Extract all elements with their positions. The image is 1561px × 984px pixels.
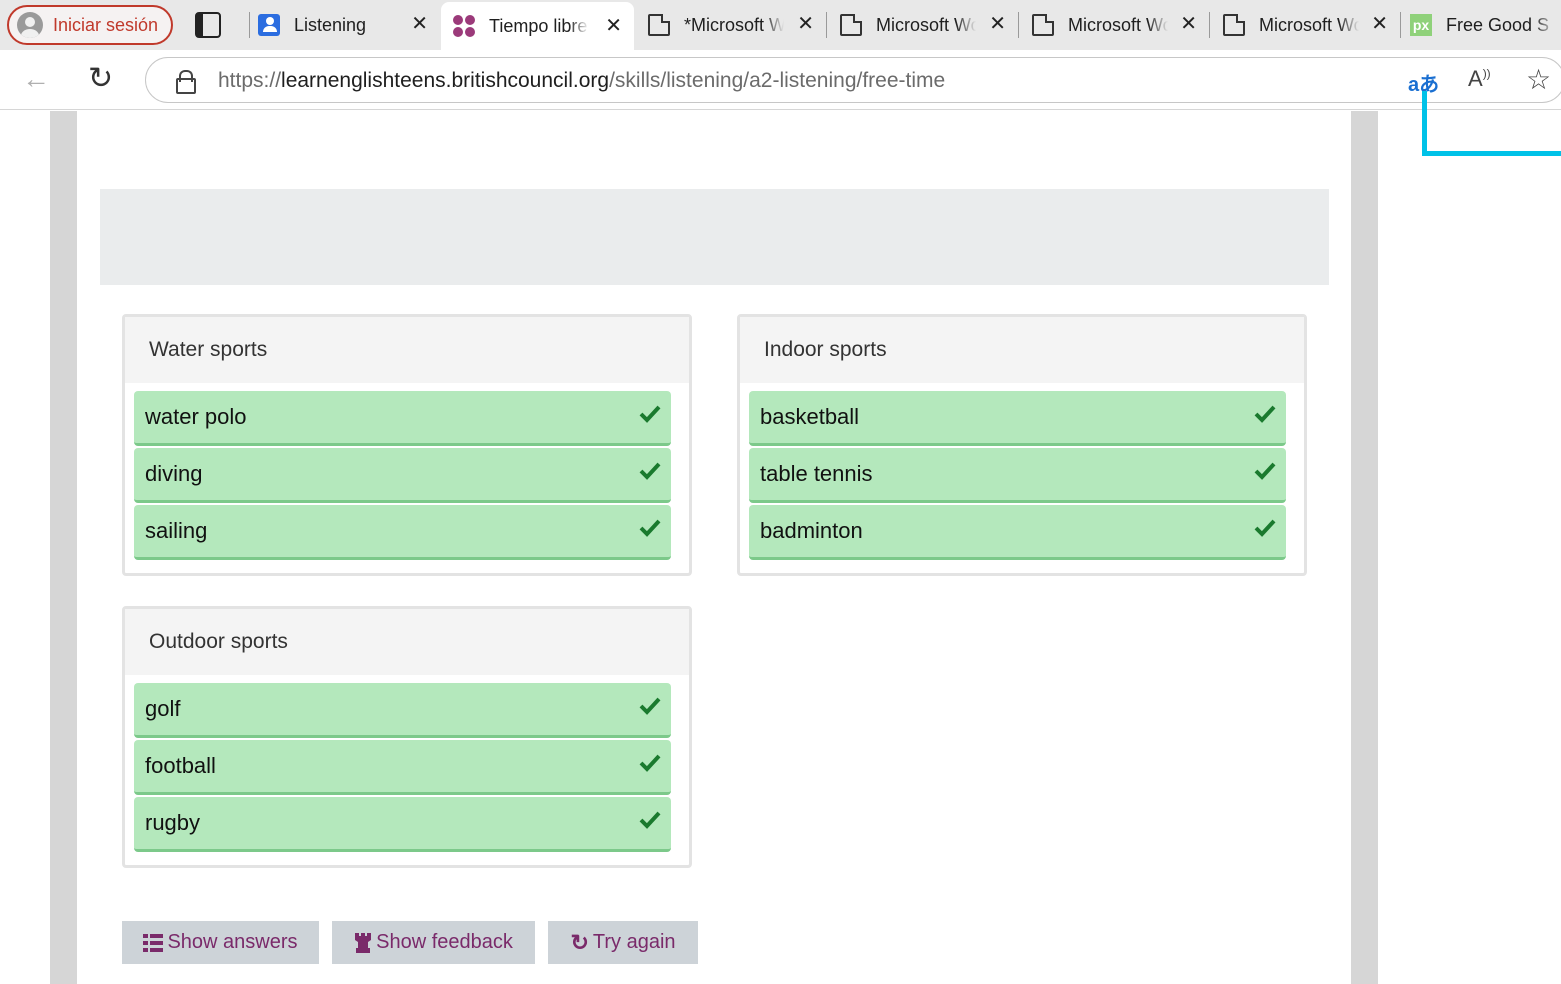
page-viewport: Water sports water polo diving sailing I… [0, 91, 1561, 984]
audio-panel [100, 189, 1329, 285]
reload-icon[interactable]: ↻ [88, 64, 113, 94]
url-text[interactable]: https://learnenglishteens.britishcouncil… [218, 69, 945, 93]
check-icon [639, 462, 661, 480]
check-icon [639, 519, 661, 537]
tab-separator [826, 12, 827, 38]
tab-microsoft-word[interactable]: Microsoft Word ✕ [1223, 0, 1400, 50]
url-path: /skills/listening/a2-listening/free-time [609, 69, 946, 92]
check-icon [1254, 519, 1276, 537]
tab-separator [249, 12, 250, 38]
category-group-outdoor-sports: Outdoor sports golf football rugby [122, 606, 692, 868]
answer-label: table tennis [760, 461, 873, 486]
document-icon [648, 14, 670, 36]
page-gutter [1351, 111, 1378, 984]
tab-free-good[interactable]: px Free Good S [1410, 0, 1561, 50]
tab-title: Listening [294, 14, 367, 35]
document-icon [1032, 14, 1054, 36]
answer-item[interactable]: diving [134, 448, 671, 503]
read-aloud-icon[interactable]: A)) [1468, 66, 1491, 92]
try-again-button[interactable]: ↻ Try again [548, 921, 698, 964]
answer-item[interactable]: table tennis [749, 448, 1286, 503]
category-group-indoor-sports: Indoor sports basketball table tennis ba… [737, 314, 1307, 576]
tab-separator [1018, 12, 1019, 38]
answer-item[interactable]: rugby [134, 797, 671, 852]
lock-icon[interactable] [176, 70, 196, 94]
back-arrow-icon[interactable]: ← [22, 64, 50, 94]
answer-item[interactable]: water polo [134, 391, 671, 446]
button-label: Try again [592, 931, 676, 953]
answer-label: sailing [145, 518, 208, 543]
answer-item[interactable]: football [134, 740, 671, 795]
pexels-icon: px [1410, 14, 1432, 36]
refresh-icon: ↻ [570, 929, 589, 955]
check-icon [1254, 462, 1276, 480]
show-feedback-button[interactable]: Show feedback [332, 921, 535, 964]
tab-microsoft-word[interactable]: Microsoft Word ✕ [1032, 0, 1209, 50]
tab-actions-icon[interactable] [195, 12, 221, 38]
close-icon[interactable]: ✕ [989, 13, 1006, 35]
answer-label: diving [145, 461, 203, 486]
avatar-icon [17, 12, 43, 38]
check-icon [639, 811, 661, 829]
check-icon [1254, 405, 1276, 423]
close-icon[interactable]: ✕ [1180, 13, 1197, 35]
url-host: learnenglishteens.britishcouncil.org [281, 69, 610, 92]
tab-separator [1400, 12, 1401, 38]
address-bar[interactable]: https://learnenglishteens.britishcouncil… [145, 57, 1561, 103]
tab-title: Microsoft Word [1259, 14, 1359, 35]
tab-title: Free Good S [1446, 14, 1550, 35]
url-scheme: https:// [218, 69, 282, 92]
answer-label: water polo [145, 404, 247, 429]
close-icon[interactable]: ✕ [797, 13, 814, 35]
tab-tiempo-libre[interactable]: Tiempo libre ✕ [441, 2, 634, 50]
document-icon [1223, 14, 1245, 36]
rook-icon [355, 932, 372, 953]
answer-label: football [145, 753, 216, 778]
answer-label: basketball [760, 404, 860, 429]
answer-label: golf [145, 696, 181, 721]
close-icon[interactable]: ✕ [605, 15, 622, 37]
exercise-content: Water sports water polo diving sailing I… [77, 111, 1351, 984]
list-icon [143, 933, 164, 952]
tab-microsoft-word[interactable]: Microsoft Word ✕ [840, 0, 1018, 50]
tab-listening[interactable]: Listening ✕ [258, 0, 440, 50]
tab-microsoft-word[interactable]: *Microsoft Word ✕ [648, 0, 826, 50]
answer-label: rugby [145, 810, 201, 835]
check-icon [639, 697, 661, 715]
check-icon [639, 405, 661, 423]
tab-strip: Iniciar sesión Listening ✕ Tiempo libre … [0, 0, 1561, 50]
show-answers-button[interactable]: Show answers [122, 921, 319, 964]
answer-item[interactable]: sailing [134, 505, 671, 560]
tab-title: Tiempo libre [489, 15, 588, 36]
close-icon[interactable]: ✕ [411, 13, 428, 35]
tab-title: *Microsoft Word [684, 14, 784, 35]
answer-item[interactable]: basketball [749, 391, 1286, 446]
answer-item[interactable]: badminton [749, 505, 1286, 560]
button-label: Show feedback [376, 931, 513, 953]
tab-title: Microsoft Word [1068, 14, 1168, 35]
tab-separator [1209, 12, 1210, 38]
tab-title: Microsoft Word [876, 14, 976, 35]
browser-toolbar: ← ↻ https://learnenglishteens.britishcou… [0, 50, 1561, 110]
category-title: Indoor sports [740, 317, 1304, 383]
page-gutter [50, 111, 77, 984]
check-icon [639, 754, 661, 772]
sidebar-frame [1422, 91, 1561, 156]
category-title: Outdoor sports [125, 609, 689, 675]
answer-label: badminton [760, 518, 863, 543]
petals-icon [453, 15, 475, 37]
close-icon[interactable]: ✕ [1371, 13, 1388, 35]
profile-label: Iniciar sesión [53, 14, 159, 35]
document-icon [840, 14, 862, 36]
profile-button[interactable]: Iniciar sesión [7, 5, 173, 45]
category-group-water-sports: Water sports water polo diving sailing [122, 314, 692, 576]
category-title: Water sports [125, 317, 689, 383]
classroom-icon [258, 14, 280, 36]
button-label: Show answers [167, 931, 298, 953]
answer-item[interactable]: golf [134, 683, 671, 738]
